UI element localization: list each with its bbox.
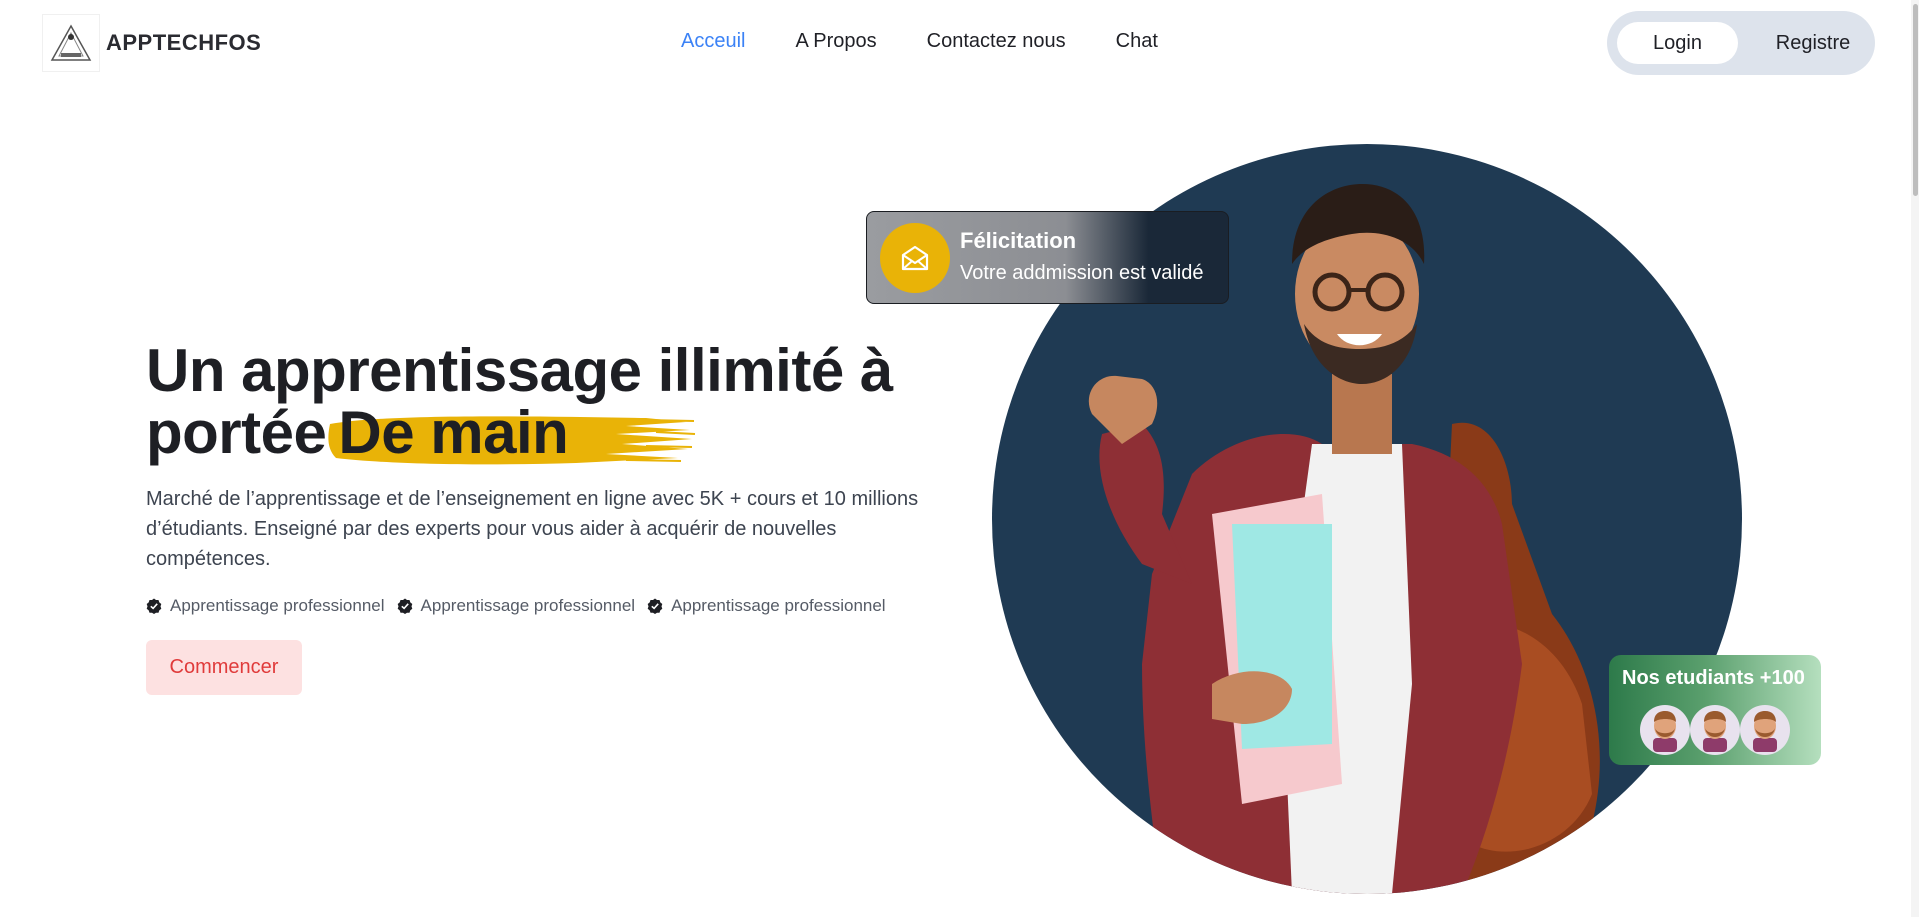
feature-item: Apprentissage professionnel <box>647 596 886 616</box>
auth-toggle: Login Registre <box>1607 11 1875 75</box>
headline-prefix: portée <box>146 399 327 466</box>
nav-item-a-propos[interactable]: A Propos <box>795 30 876 53</box>
avatar <box>1690 705 1740 755</box>
check-badge-icon <box>397 598 412 614</box>
feature-list: Apprentissage professionnel Apprentissag… <box>146 596 886 616</box>
avatar <box>1740 705 1790 755</box>
admission-notification-card: Félicitation Votre addmission est validé <box>866 211 1229 304</box>
notification-title: Félicitation <box>960 228 1077 253</box>
students-count-card: Nos etudiants +100 <box>1609 655 1821 765</box>
headline-line-1: Un apprentissage illimité à <box>146 337 893 404</box>
feature-label: Apprentissage professionnel <box>671 596 886 615</box>
nav-item-contactez-nous[interactable]: Contactez nous <box>927 30 1066 53</box>
avatar-group <box>1640 705 1790 755</box>
check-badge-icon <box>146 598 162 614</box>
check-badge-icon <box>647 598 663 614</box>
headline-highlight: De main <box>326 399 696 466</box>
main-nav: Acceuil A Propos Contactez nous Chat <box>681 30 1208 53</box>
notification-subtitle: Votre addmission est validé <box>960 262 1204 284</box>
feature-label: Apprentissage professionnel <box>420 596 636 615</box>
envelope-open-icon <box>880 223 950 293</box>
feature-item: Apprentissage professionnel <box>146 596 385 616</box>
login-button[interactable]: Login <box>1617 22 1738 64</box>
hero-description: Marché de l’apprentissage et de l’enseig… <box>146 488 919 570</box>
avatar <box>1640 705 1690 755</box>
students-count-title: Nos etudiants +100 <box>1622 667 1805 689</box>
feature-label: Apprentissage professionnel <box>170 596 385 615</box>
brand-logo[interactable]: APPTECHFOS <box>42 14 261 72</box>
hero-headline: Un apprentissage illimité à portée De ma… <box>146 337 893 466</box>
highlight-text: De main <box>338 399 569 466</box>
nav-item-chat[interactable]: Chat <box>1116 30 1158 53</box>
headline-line-2: portée De main <box>146 399 893 466</box>
register-button[interactable]: Registre <box>1761 22 1865 64</box>
brand-name: APPTECHFOS <box>106 30 262 55</box>
logo-icon <box>42 14 100 72</box>
scrollbar-thumb[interactable] <box>1913 4 1918 196</box>
nav-item-acceuil[interactable]: Acceuil <box>681 30 745 53</box>
start-button[interactable]: Commencer <box>146 640 302 695</box>
site-header: APPTECHFOS Acceuil A Propos Contactez no… <box>0 0 1919 86</box>
feature-item: Apprentissage professionnel <box>397 596 636 616</box>
